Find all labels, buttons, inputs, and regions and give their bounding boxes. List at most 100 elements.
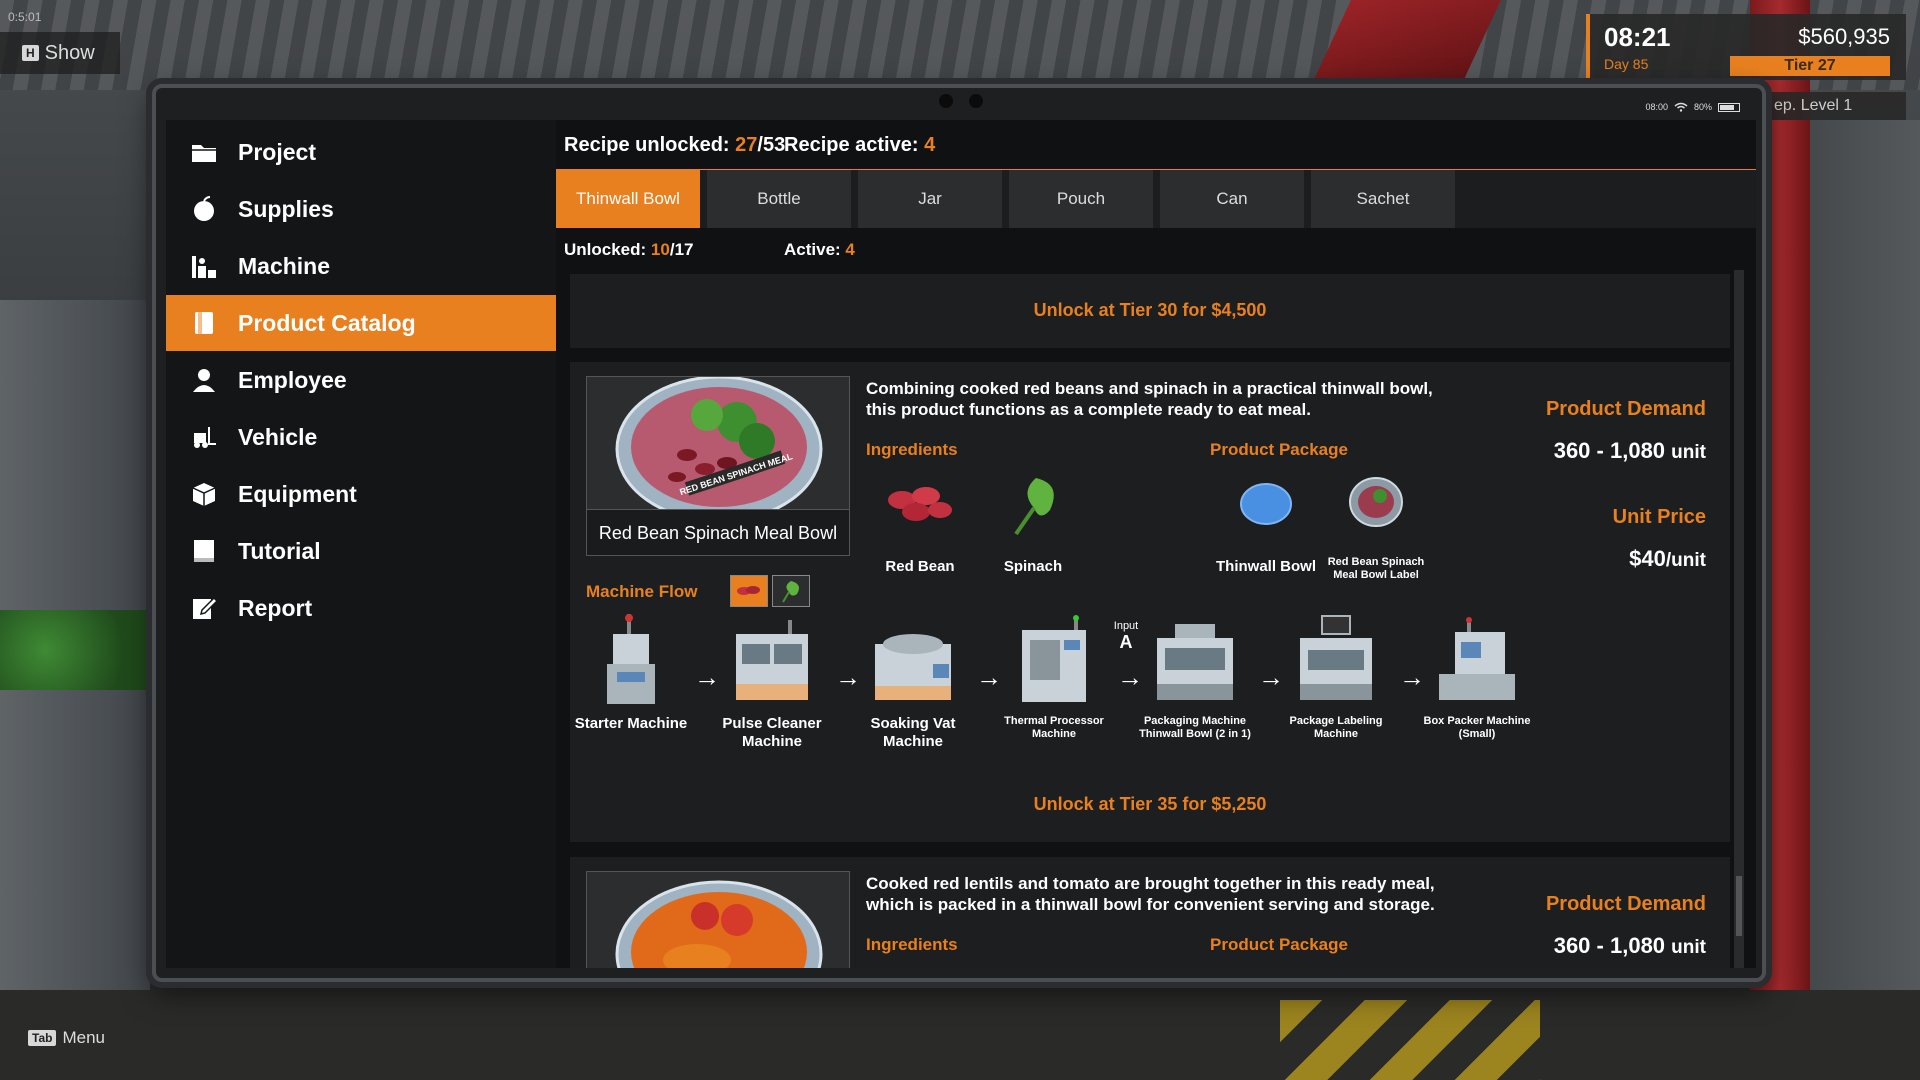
folder-icon [192,145,216,162]
sidebar-item-label: Vehicle [238,423,318,450]
tablet-frame: 08:00 80% Project Supplies Machine Produ… [152,84,1766,982]
catalog-icon [195,312,213,334]
price-amount: $40 [1629,546,1666,571]
machine-icon [192,256,216,278]
machine-label: Packaging Machine Thinwall Bowl (2 in 1) [1139,715,1251,740]
spinach-icon [1014,478,1054,536]
locked-recipe-card: Unlock at Tier 30 for $4,500 [570,274,1730,348]
recipe-active-stat: Recipe active: 4 [784,134,935,157]
tier-badge: Tier 27 [1730,56,1890,76]
product-catalog-panel: Recipe unlocked: 27/53 Recipe active: 4 … [556,120,1756,968]
machine-soaking-vat[interactable]: Soaking Vat Machine [853,614,973,751]
tab-can[interactable]: Can [1160,170,1304,228]
supplies-icon [194,196,214,221]
sidebar-item-vehicle[interactable]: Vehicle [166,409,556,465]
tab-jar[interactable]: Jar [858,170,1002,228]
machine-label: Pulse Cleaner Machine [722,715,822,750]
tab-unlocked-value: 10 [650,240,670,259]
battery-icon [1718,102,1740,112]
game-time: 08:21 [1604,22,1671,52]
book-icon [194,540,214,562]
tab-active-label: Active: [784,240,841,259]
menu-hint[interactable]: Tab Menu [28,1028,105,1048]
sidebar-item-label: Supplies [238,195,334,222]
packaging-machine-icon [1157,624,1233,700]
tablet-screen: Project Supplies Machine Product Catalog… [166,120,1756,968]
tab-bottle[interactable]: Bottle [707,170,851,228]
package-heading: Product Package [1210,935,1348,954]
machine-starter[interactable]: Starter Machine [571,614,691,733]
sidebar-item-product-catalog[interactable]: Product Catalog [166,295,556,351]
tab-sachet[interactable]: Sachet [1311,170,1455,228]
spinach-icon [782,581,799,603]
unit-price-heading: Unit Price [1612,506,1706,528]
sidebar-item-tutorial[interactable]: Tutorial [166,523,556,579]
demand-unit: unit [1671,442,1706,463]
product-demand-value: 360 - 1,080 unit [1553,933,1706,958]
machine-label: Package Labeling Machine [1289,715,1383,740]
product-description: Cooked red lentils and tomato are brough… [866,874,1435,914]
device-status-bar: 08:00 80% [1645,102,1740,112]
flow-red-bean-button[interactable] [730,575,768,607]
ingredients-heading: Ingredients [866,440,958,459]
game-status-panel: 08:21 Day 85 $560,935 Tier 27 [1586,14,1906,80]
tab-pouch[interactable]: Pouch [1009,170,1153,228]
recipe-summary: Recipe unlocked: 27/53 Recipe active: 4 [556,120,1756,170]
pulse-cleaner-machine-icon [736,620,808,700]
sensor-icon [969,94,983,108]
machine-box-packer-small[interactable]: Box Packer Machine (Small) [1417,614,1537,741]
machine-pulse-cleaner[interactable]: Pulse Cleaner Machine [712,614,832,751]
product-description: Combining cooked red beans and spinach i… [866,379,1433,419]
recipe-card-red-lentil-tomato: Cooked red lentils and tomato are brough… [570,857,1730,968]
thermal-processor-machine-icon [1022,615,1086,702]
recipe-unlocked-label: Recipe unlocked: [564,134,730,156]
device-clock: 08:00 [1645,102,1668,112]
thinwall-bowl-icon [1240,483,1292,525]
scrollbar-thumb[interactable] [1736,876,1742,936]
machine-label: Box Packer Machine (Small) [1423,715,1531,740]
corner-timer: 0:5:01 [8,10,42,24]
package-heading: Product Package [1210,440,1348,459]
wifi-icon [1674,102,1688,112]
ingredient-label: Red Bean [885,558,955,575]
machine-thermal-processor[interactable]: Thermal Processor Machine [994,614,1114,741]
tab-thinwall-bowl[interactable]: Thinwall Bowl [556,170,700,228]
demand-min: 360 [1553,933,1591,958]
recipe-list[interactable]: Unlock at Tier 30 for $4,500 RED BEAN SP… [556,270,1756,968]
sidebar-item-label: Equipment [238,480,357,507]
bowl-label-icon [1349,477,1403,527]
package-label: Red Bean Spinach Meal Bowl Label [1327,556,1425,581]
demand-max: 1,080 [1609,933,1666,958]
recipe-active-value: 4 [924,134,936,156]
sidebar-item-label: Employee [238,366,347,393]
show-hud-button[interactable]: H Show [0,32,120,74]
sidebar-item-report[interactable]: Report [166,580,556,636]
sidebar-item-supplies[interactable]: Supplies [166,181,556,237]
employee-icon [193,369,215,392]
sidebar-item-label: Report [238,594,313,621]
sidebar-item-equipment[interactable]: Equipment [166,466,556,522]
machine-packaging-thinwall[interactable]: Packaging Machine Thinwall Bowl (2 in 1) [1135,614,1255,741]
sidebar: Project Supplies Machine Product Catalog… [166,120,556,968]
recipe-unlocked-value: 27 [735,134,758,156]
flow-spinach-button[interactable] [772,575,810,607]
recipe-unlocked-stat: Recipe unlocked: 27/53 [564,134,785,157]
sidebar-item-employee[interactable]: Employee [166,352,556,408]
labeling-machine-icon [1300,615,1372,700]
ingredient-label: Spinach [1003,558,1063,575]
machine-label: Soaking Vat Machine [870,715,956,750]
tab-unlocked-label: Unlocked: [564,240,647,259]
show-label: Show [44,41,95,64]
scrollbar-track[interactable] [1734,270,1744,968]
product-demand-heading: Product Demand [1545,398,1706,420]
recipe-active-label: Recipe active: [784,134,919,156]
machine-package-labeling[interactable]: Package Labeling Machine [1276,614,1396,741]
sidebar-item-project[interactable]: Project [166,124,556,180]
machine-label: Thermal Processor Machine [1004,715,1104,740]
unlock-tier35-button[interactable]: Unlock at Tier 35 for $5,250 [570,794,1730,815]
ingredients-heading: Ingredients [866,935,958,954]
product-name: Red Bean Spinach Meal Bowl [587,509,849,555]
sidebar-item-label: Machine [238,252,331,279]
sidebar-item-label: Product Catalog [238,309,416,336]
sidebar-item-machine[interactable]: Machine [166,238,556,294]
